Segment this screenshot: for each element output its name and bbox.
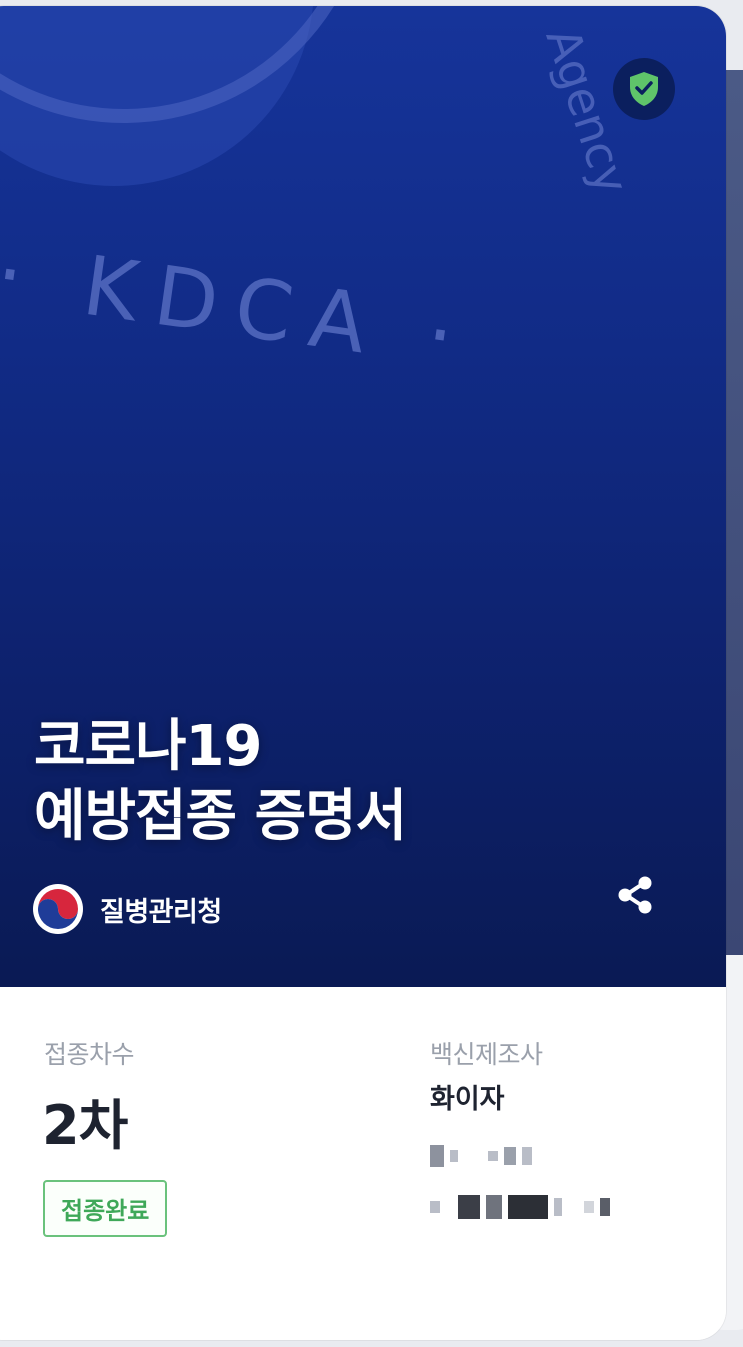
verified-badge [613,58,675,120]
vaccination-certificate-card[interactable]: · KDCA · Agency 코로나19 예방접종 증명서 질병관리청 접종차… [0,6,726,1340]
certificate-details: 접종차수 2차 접종완료 백신제조사 화이자 [0,987,726,1340]
share-icon[interactable] [614,874,656,916]
manufacturer-label: 백신제조사 [430,1040,543,1069]
certificate-header: · KDCA · Agency 코로나19 예방접종 증명서 질병관리청 [0,6,726,987]
certificate-title-line1: 코로나19 [34,714,263,779]
dose-number-value: 2차 [42,1094,128,1157]
certificate-title-line2: 예방접종 증명서 [34,784,407,849]
agency-name: 질병관리청 [100,896,222,928]
watermark-kdca-text: · KDCA · [0,226,477,387]
redacted-date [430,1145,532,1167]
manufacturer-value: 화이자 [430,1084,505,1115]
dose-number-label: 접종차수 [44,1040,135,1069]
redacted-lot-number [430,1195,610,1219]
taegeuk-logo-icon [33,884,83,934]
kdca-watermark: · KDCA · Agency [0,6,639,387]
status-badge: 접종완료 [43,1180,168,1237]
shield-check-icon [630,72,658,106]
certificate-title: 코로나19 예방접종 증명서 [34,712,407,852]
issuing-agency: 질병관리청 [32,883,222,935]
